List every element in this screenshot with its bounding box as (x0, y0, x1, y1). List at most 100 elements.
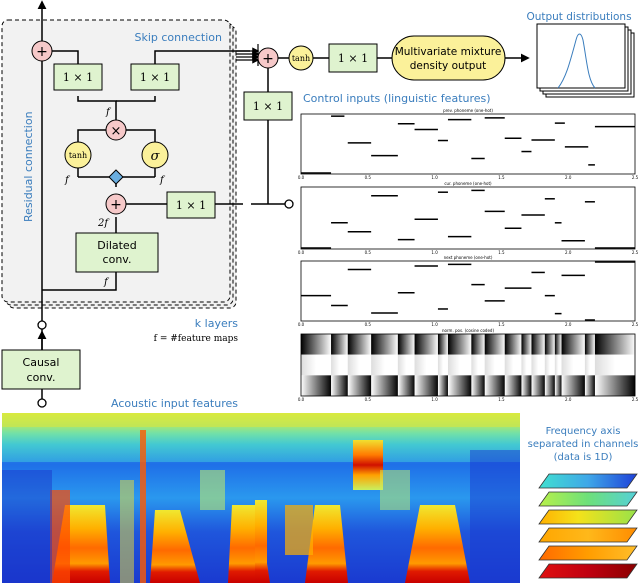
heatmap-cell (584, 375, 596, 396)
heatmap-cell (331, 354, 349, 376)
output-tanh: tanh (288, 45, 314, 71)
channel-strip (538, 527, 638, 543)
tick-label: 1.5 (498, 175, 505, 180)
skip-sum-node: + (257, 47, 279, 69)
heatmap-cell (531, 354, 546, 376)
svg-text:(data is 1D): (data is 1D) (554, 452, 613, 463)
layer-input-port (37, 320, 47, 330)
conv1x1-condition: 1 × 1 (166, 191, 216, 219)
tick-label: 2.0 (565, 175, 572, 180)
control-panel: prev. phoneme (one-hot) 0.0 0.5 1.0 1.5 2.0 2.… (298, 108, 639, 180)
heatmap-cell (437, 354, 449, 376)
heatmap-cell (544, 334, 556, 355)
tick-label: 1.5 (498, 397, 505, 402)
dilated-conv-box: Dilated conv. (75, 232, 159, 273)
wavenet-diagram: Residual connection Skip connection 1 × … (1, 0, 639, 583)
heatmap-cell (371, 375, 399, 396)
svg-text:1 × 1: 1 × 1 (176, 199, 206, 212)
heatmap-cell (447, 334, 472, 355)
tick-label: 1.0 (431, 175, 438, 180)
heatmap-cell (561, 354, 586, 376)
heatmap-cell (331, 375, 349, 396)
heatmap-cell (521, 354, 532, 376)
control-panel-title: next phoneme (one-hot) (444, 255, 493, 260)
control-panel-title: norm. pos. (cosine coded) (442, 328, 494, 333)
tick-label: 1.0 (431, 250, 438, 255)
heatmap-cell (521, 334, 532, 355)
tick-label: 0.0 (298, 175, 305, 180)
output-conv1x1: 1 × 1 (328, 43, 378, 73)
heatmap-cell (471, 354, 485, 376)
svg-text:Causal: Causal (23, 356, 60, 369)
heatmap-cell (544, 375, 556, 396)
sigma-gate: σ (141, 141, 169, 169)
tick-label: 2.5 (632, 175, 639, 180)
heatmap-cell (504, 375, 522, 396)
output-distribution-plots (536, 23, 635, 98)
conv1x1-residual: 1 × 1 (53, 63, 103, 91)
heatmap-cell (584, 354, 596, 376)
heatmap-cell (301, 334, 332, 355)
heatmap-cell (521, 375, 532, 396)
tick-label: 1.0 (431, 322, 438, 327)
svg-text:+: + (110, 197, 122, 213)
heatmap-cell (447, 354, 472, 376)
k-layers-label: k layers (195, 317, 238, 330)
svg-text:separated in channels: separated in channels (528, 439, 639, 450)
acoustic-spectrogram (2, 413, 520, 583)
heatmap-cell (594, 334, 636, 355)
heatmap-cell (371, 354, 399, 376)
heatmap-cell (331, 334, 349, 355)
tick-label: 2.5 (632, 322, 639, 327)
acoustic-input-label: Acoustic input features (111, 397, 238, 410)
heatmap-cell (554, 375, 562, 396)
tick-label: 0.5 (365, 250, 372, 255)
svg-text:×: × (111, 124, 122, 139)
control-panel-title: cur. phoneme (one-hot) (444, 181, 492, 186)
heatmap-cell (347, 334, 372, 355)
channel-strip (538, 545, 638, 561)
heatmap-cell (414, 354, 439, 376)
tick-label: 1.0 (431, 397, 438, 402)
heatmap-cell (347, 375, 372, 396)
heatmap-cell (484, 375, 506, 396)
heatmap-cell (447, 375, 472, 396)
causal-conv-box: Causal conv. (1, 349, 81, 390)
heatmap-cell (504, 354, 522, 376)
output-distributions-label: Output distributions (526, 11, 631, 23)
svg-text:1 × 1: 1 × 1 (63, 71, 93, 84)
f-definition-label: f = #feature maps (154, 334, 239, 344)
svg-text:tanh: tanh (69, 151, 87, 160)
control-panel-title: prev. phoneme (one-hot) (443, 108, 493, 113)
tanh-gate: tanh (64, 141, 92, 169)
control-panel: norm. pos. (cosine coded) 0.0 0.5 1.0 1.5 2.0… (298, 328, 639, 402)
heatmap-cell (504, 334, 522, 355)
tick-label: 2.0 (565, 250, 572, 255)
svg-text:+: + (36, 44, 48, 60)
residual-connection-label: Residual connection (22, 111, 35, 222)
tick-label: 0.5 (365, 397, 372, 402)
heatmap-cell (594, 354, 636, 376)
heatmap-cell (471, 375, 485, 396)
control-inputs-label: Control inputs (linguistic features) (303, 92, 491, 105)
tick-label: 2.5 (632, 250, 639, 255)
mixture-density-output: Multivariate mixture density output (391, 35, 506, 81)
svg-text:1 × 1: 1 × 1 (140, 71, 170, 84)
spectrogram-fricative (353, 440, 383, 490)
control-inputs-panels: prev. phoneme (one-hot) 0.0 0.5 1.0 1.5 2.0 2.… (298, 108, 639, 402)
svg-text:conv.: conv. (103, 253, 132, 266)
heatmap-cell (414, 375, 439, 396)
heatmap-cell (301, 375, 332, 396)
heatmap-cell (531, 334, 546, 355)
channel-strip (538, 563, 638, 579)
heatmap-cell (397, 334, 415, 355)
heatmap-cell (584, 334, 596, 355)
heatmap-cell (397, 375, 415, 396)
svg-text:1 × 1: 1 × 1 (253, 100, 283, 113)
svg-text:density output: density output (410, 60, 486, 72)
svg-text:σ: σ (151, 149, 161, 164)
svg-text:1 × 1: 1 × 1 (338, 52, 368, 65)
svg-text:Dilated: Dilated (97, 239, 136, 252)
condition-input-port (284, 199, 294, 209)
heatmap-cell (561, 375, 586, 396)
